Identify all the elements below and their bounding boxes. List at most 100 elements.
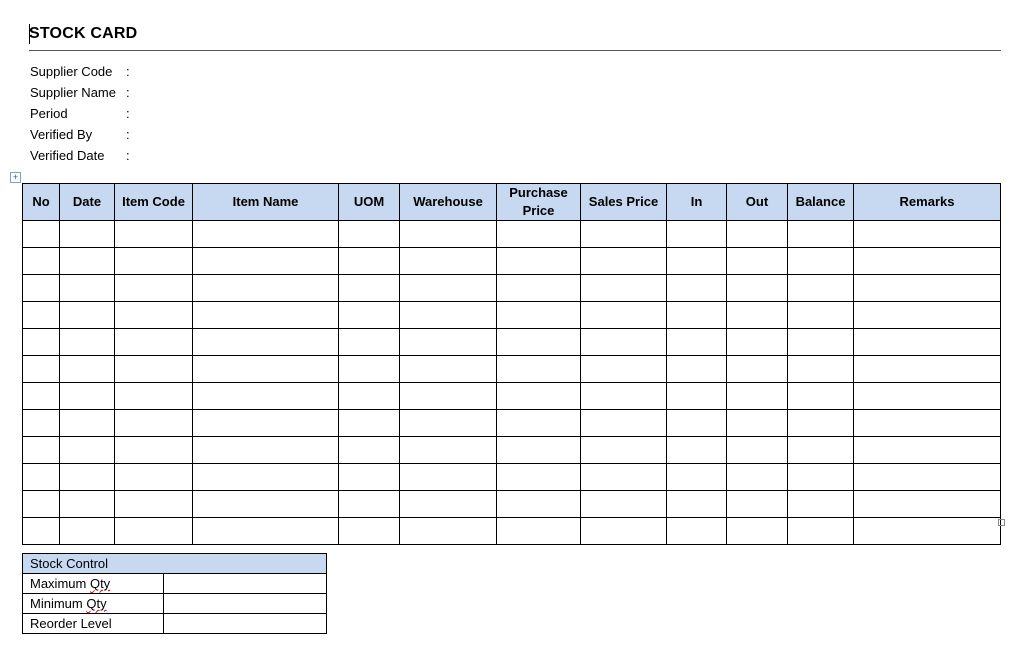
table-cell[interactable] (726, 382, 788, 410)
table-cell[interactable] (22, 436, 60, 464)
table-cell[interactable] (338, 436, 400, 464)
table-cell[interactable] (114, 220, 193, 248)
table-cell[interactable] (192, 247, 339, 275)
table-cell[interactable] (114, 490, 193, 518)
table-cell[interactable] (22, 517, 60, 545)
table-cell[interactable] (496, 409, 581, 437)
table-cell[interactable] (666, 247, 727, 275)
table-cell[interactable] (22, 463, 60, 491)
table-cell[interactable] (726, 436, 788, 464)
table-move-handle-icon[interactable]: + (10, 172, 21, 183)
table-cell[interactable] (853, 274, 1001, 302)
table-cell[interactable] (114, 409, 193, 437)
table-cell[interactable] (496, 517, 581, 545)
table-cell[interactable] (580, 382, 667, 410)
table-cell[interactable] (59, 490, 115, 518)
table-cell[interactable] (726, 463, 788, 491)
table-cell[interactable] (59, 328, 115, 356)
field-verified-date[interactable]: Verified Date: (30, 148, 230, 169)
table-cell[interactable] (59, 274, 115, 302)
table-cell[interactable] (59, 382, 115, 410)
table-cell[interactable] (666, 463, 727, 491)
table-cell[interactable] (787, 382, 854, 410)
table-cell[interactable] (338, 463, 400, 491)
table-cell[interactable] (853, 301, 1001, 329)
table-cell[interactable] (496, 490, 581, 518)
table-cell[interactable] (192, 301, 339, 329)
table-cell[interactable] (399, 409, 497, 437)
table-cell[interactable] (496, 355, 581, 383)
table-cell[interactable] (59, 301, 115, 329)
field-verified-by[interactable]: Verified By: (30, 127, 230, 148)
table-cell[interactable] (22, 220, 60, 248)
table-cell[interactable] (787, 274, 854, 302)
table-cell[interactable] (496, 328, 581, 356)
table-cell[interactable] (853, 490, 1001, 518)
field-period[interactable]: Period: (30, 106, 230, 127)
table-cell[interactable] (787, 517, 854, 545)
table-cell[interactable] (496, 274, 581, 302)
table-cell[interactable] (399, 247, 497, 275)
table-cell[interactable] (192, 463, 339, 491)
table-cell[interactable] (853, 247, 1001, 275)
table-cell[interactable] (399, 220, 497, 248)
table-cell[interactable] (59, 247, 115, 275)
table-cell[interactable] (114, 355, 193, 383)
table-cell[interactable] (192, 274, 339, 302)
table-cell[interactable] (580, 274, 667, 302)
table-cell[interactable] (496, 463, 581, 491)
table-cell[interactable] (787, 328, 854, 356)
table-cell[interactable] (399, 436, 497, 464)
table-cell[interactable] (787, 301, 854, 329)
table-cell[interactable] (192, 517, 339, 545)
table-cell[interactable] (496, 301, 581, 329)
table-cell[interactable] (114, 301, 193, 329)
table-cell[interactable] (580, 409, 667, 437)
table-resize-handle[interactable] (998, 519, 1005, 526)
table-cell[interactable] (399, 382, 497, 410)
table-cell[interactable] (726, 301, 788, 329)
table-cell[interactable] (853, 436, 1001, 464)
table-cell[interactable] (338, 220, 400, 248)
field-supplier-code[interactable]: Supplier Code: (30, 64, 230, 85)
table-cell[interactable] (853, 517, 1001, 545)
table-cell[interactable] (59, 436, 115, 464)
table-cell[interactable] (726, 328, 788, 356)
table-cell[interactable] (338, 355, 400, 383)
table-cell[interactable] (580, 436, 667, 464)
table-cell[interactable] (666, 355, 727, 383)
table-cell[interactable] (666, 274, 727, 302)
table-cell[interactable] (399, 274, 497, 302)
table-cell[interactable] (59, 517, 115, 545)
table-cell[interactable] (580, 301, 667, 329)
table-cell[interactable] (666, 490, 727, 518)
table-cell[interactable] (726, 409, 788, 437)
table-cell[interactable] (726, 355, 788, 383)
table-cell[interactable] (726, 220, 788, 248)
table-cell[interactable] (338, 490, 400, 518)
field-supplier-name[interactable]: Supplier Name: (30, 85, 230, 106)
table-cell[interactable] (496, 247, 581, 275)
table-cell[interactable] (787, 247, 854, 275)
table-cell[interactable] (726, 247, 788, 275)
table-cell[interactable] (192, 382, 339, 410)
table-cell[interactable] (496, 382, 581, 410)
table-cell[interactable] (787, 355, 854, 383)
table-cell[interactable] (580, 247, 667, 275)
table-cell[interactable] (580, 463, 667, 491)
table-cell[interactable] (787, 490, 854, 518)
table-cell[interactable] (399, 463, 497, 491)
table-cell[interactable] (114, 274, 193, 302)
table-cell[interactable] (22, 355, 60, 383)
table-cell[interactable] (399, 355, 497, 383)
table-cell[interactable] (853, 463, 1001, 491)
table-cell[interactable] (580, 220, 667, 248)
table-cell[interactable] (192, 436, 339, 464)
table-cell[interactable] (726, 274, 788, 302)
table-cell[interactable] (726, 490, 788, 518)
table-cell[interactable] (666, 220, 727, 248)
table-cell[interactable] (853, 355, 1001, 383)
table-cell[interactable] (22, 328, 60, 356)
table-cell[interactable] (114, 463, 193, 491)
table-cell[interactable] (22, 409, 60, 437)
